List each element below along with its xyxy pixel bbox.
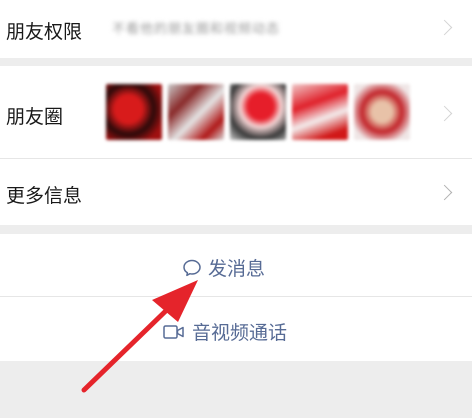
moments-label: 朋友圈 — [6, 106, 64, 128]
moments-thumbnail — [230, 84, 286, 140]
friend-permissions-label: 朋友权限 — [6, 21, 83, 43]
moments-thumbnail — [354, 84, 410, 140]
chevron-right-icon — [436, 19, 453, 36]
chevron-right-icon — [436, 105, 453, 122]
send-message-label: 发消息 — [208, 258, 266, 280]
moments-thumbnail — [106, 84, 162, 140]
av-call-button[interactable]: 音视频通话 — [0, 297, 472, 361]
friend-permissions-row[interactable]: 朋友权限 不看他的朋友圈和视频动态 — [0, 0, 472, 58]
send-message-button[interactable]: 发消息 — [0, 234, 472, 296]
chat-bubble-icon — [183, 259, 201, 276]
more-info-label: 更多信息 — [6, 185, 83, 207]
video-camera-icon — [163, 324, 184, 339]
moments-thumbnail — [168, 84, 224, 140]
av-call-label: 音视频通话 — [192, 322, 288, 344]
more-info-row[interactable]: 更多信息 — [0, 159, 472, 225]
friend-permissions-value: 不看他的朋友圈和视频动态 — [112, 22, 281, 37]
chevron-right-icon — [436, 184, 453, 201]
moments-thumbnail — [292, 84, 348, 140]
